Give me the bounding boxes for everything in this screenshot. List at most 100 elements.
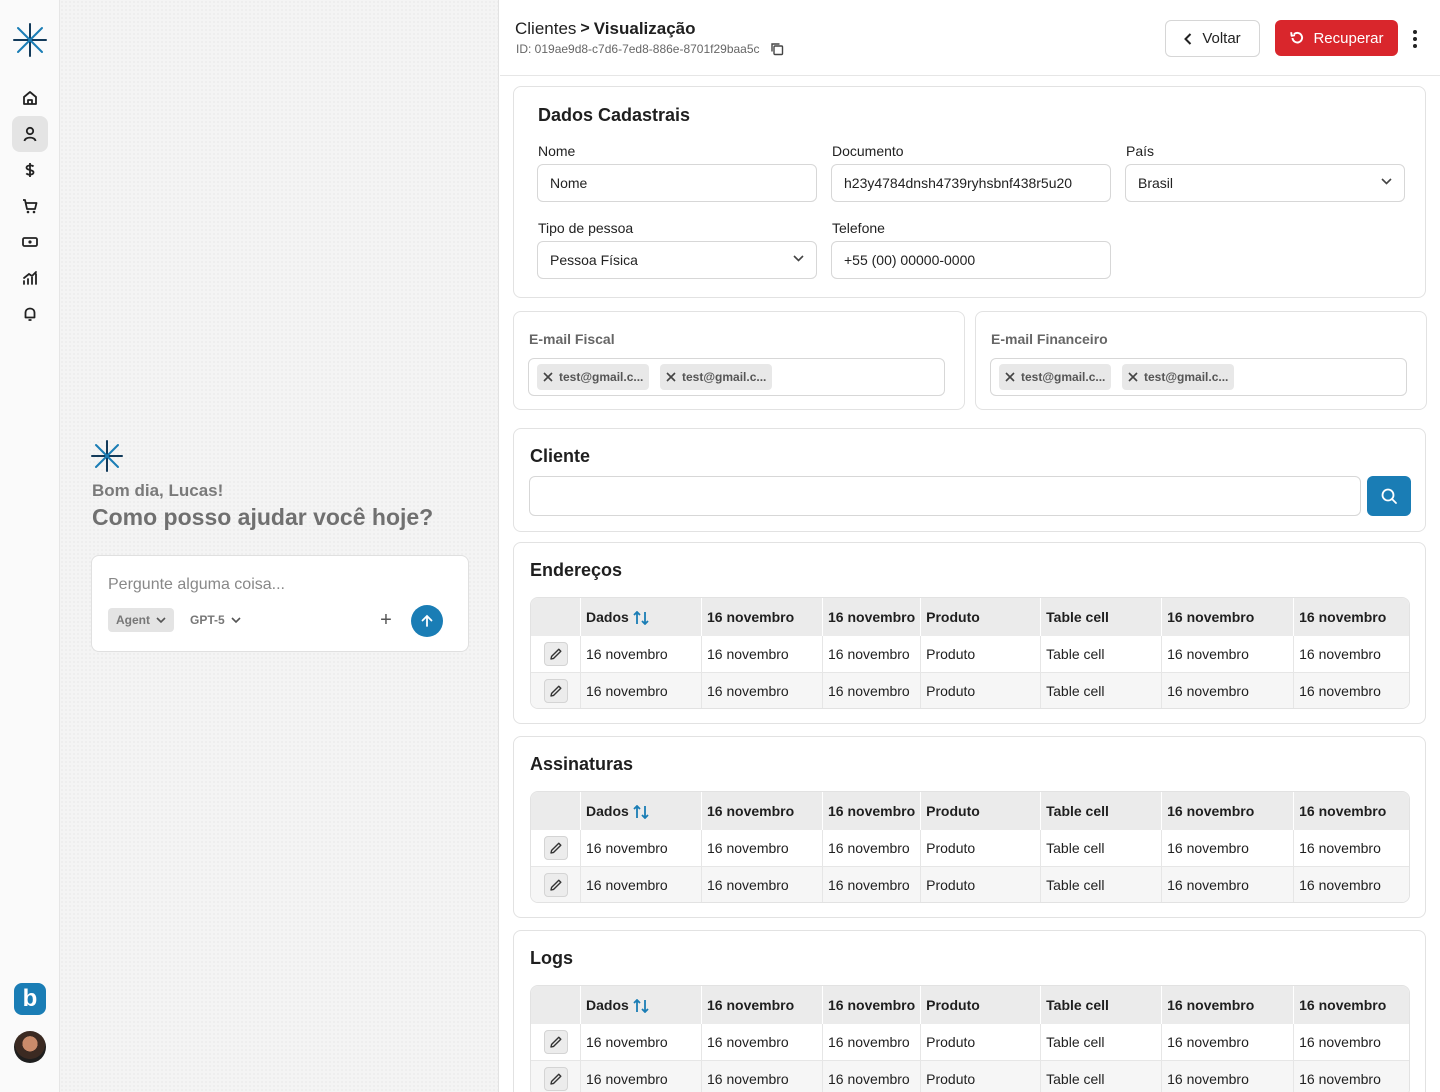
back-button[interactable]: Voltar bbox=[1165, 20, 1260, 57]
table-cell: Table cell bbox=[1041, 636, 1163, 672]
table-cell: 16 novembro bbox=[1294, 672, 1409, 708]
table-header-cell[interactable]: 16 novembro bbox=[1162, 792, 1295, 830]
table-header-cell[interactable]: 16 novembro bbox=[1162, 598, 1295, 636]
sidebar-item-vendas[interactable] bbox=[12, 188, 48, 224]
email-fiscal-input[interactable]: test@gmail.c... test@gmail.c... bbox=[528, 358, 945, 396]
table-header-cell[interactable]: Table cell bbox=[1041, 792, 1163, 830]
user-avatar[interactable] bbox=[14, 1031, 46, 1063]
cliente-search-input[interactable] bbox=[529, 476, 1361, 516]
pais-label: País bbox=[1126, 143, 1155, 159]
chevron-down-icon bbox=[156, 617, 166, 623]
table-header-cell[interactable]: Table cell bbox=[1041, 986, 1163, 1024]
close-icon[interactable] bbox=[666, 372, 676, 382]
sidebar-item-financeiro[interactable] bbox=[12, 152, 48, 188]
edit-button[interactable] bbox=[543, 642, 568, 666]
pencil-icon bbox=[549, 648, 561, 660]
table-cell: 16 novembro bbox=[1162, 672, 1295, 708]
table-header-cell[interactable]: Produto bbox=[921, 986, 1042, 1024]
edit-button[interactable] bbox=[543, 1066, 568, 1091]
email-financeiro-input[interactable]: test@gmail.c... test@gmail.c... bbox=[990, 358, 1407, 396]
edit-button[interactable] bbox=[543, 836, 568, 860]
close-icon[interactable] bbox=[543, 372, 553, 382]
table-header-cell[interactable]: 16 novembro bbox=[702, 598, 823, 636]
table-header-cell[interactable]: 16 novembro bbox=[1294, 986, 1409, 1024]
sort-icon[interactable] bbox=[633, 805, 649, 820]
sort-icon[interactable] bbox=[633, 999, 649, 1014]
copy-icon[interactable] bbox=[770, 42, 784, 56]
sidebar-item-clientes[interactable] bbox=[12, 116, 48, 152]
pencil-icon bbox=[549, 879, 561, 891]
user-icon bbox=[23, 126, 37, 142]
table-header-dados[interactable]: Dados bbox=[581, 792, 702, 830]
app-logo-icon[interactable] bbox=[12, 22, 48, 58]
table-row: 16 novembro 16 novembro 16 novembro Produto… bbox=[531, 1060, 1409, 1092]
assistant-prompt-input[interactable] bbox=[108, 576, 408, 594]
table-header-dados[interactable]: Dados bbox=[581, 986, 702, 1024]
table-cell-edit bbox=[531, 672, 581, 708]
table-header-label: Dados bbox=[586, 608, 629, 625]
table-cell: 16 novembro bbox=[1162, 830, 1295, 866]
table-cell: 16 novembro bbox=[581, 1024, 702, 1060]
close-icon[interactable] bbox=[1005, 372, 1015, 382]
telefone-field[interactable]: +55 (00) 00000-0000 bbox=[831, 241, 1111, 279]
sidebar-item-tickets[interactable] bbox=[12, 224, 48, 260]
nome-field[interactable]: Nome bbox=[537, 164, 817, 202]
table-cell: Produto bbox=[921, 1060, 1042, 1092]
table-header-cell[interactable]: 16 novembro bbox=[1294, 792, 1409, 830]
table-header-cell[interactable]: Produto bbox=[921, 792, 1042, 830]
recover-button[interactable]: Recuperar bbox=[1275, 20, 1398, 56]
table-cell: 16 novembro bbox=[702, 672, 823, 708]
table-header-cell[interactable]: 16 novembro bbox=[823, 598, 922, 636]
table-header-cell[interactable]: 16 novembro bbox=[702, 986, 823, 1024]
sidebar-item-notificacoes[interactable] bbox=[12, 296, 48, 332]
sort-icon[interactable] bbox=[633, 611, 649, 626]
enderecos-table: Dados 16 novembro 16 novembro Produto Table … bbox=[530, 597, 1410, 709]
table-header-dados[interactable]: Dados bbox=[581, 598, 702, 636]
mode-selector[interactable]: Agent bbox=[108, 608, 174, 632]
ticket-icon bbox=[22, 237, 38, 247]
sidebar-item-relatorios[interactable] bbox=[12, 260, 48, 296]
pais-select[interactable]: Brasil bbox=[1125, 164, 1405, 202]
table-header-label: Dados bbox=[586, 996, 629, 1013]
table-header-cell[interactable]: 16 novembro bbox=[702, 792, 823, 830]
sidebar-item-home[interactable] bbox=[12, 80, 48, 116]
assistant-panel: Bom dia, Lucas! Como posso ajudar você h… bbox=[60, 0, 499, 1092]
email-chip: test@gmail.c... bbox=[999, 364, 1112, 390]
edit-button[interactable] bbox=[543, 872, 568, 897]
table-header-cell[interactable]: 16 novembro bbox=[823, 986, 922, 1024]
breadcrumb-separator: > bbox=[580, 20, 590, 37]
chevron-down-icon bbox=[231, 617, 241, 623]
close-icon[interactable] bbox=[1128, 372, 1138, 382]
email-fiscal-card: E-mail Fiscal test@gmail.c... test@gmail… bbox=[513, 311, 965, 410]
table-cell: Produto bbox=[921, 830, 1042, 866]
more-options-icon[interactable] bbox=[1406, 25, 1424, 53]
edit-button[interactable] bbox=[543, 678, 568, 703]
page-title: Visualização bbox=[593, 19, 696, 38]
pencil-icon bbox=[549, 842, 561, 854]
send-button[interactable] bbox=[411, 605, 443, 637]
table-cell: Produto bbox=[921, 1024, 1042, 1060]
table-header-cell[interactable]: Produto bbox=[921, 598, 1042, 636]
add-attachment-button[interactable]: + bbox=[376, 608, 396, 632]
search-button[interactable] bbox=[1367, 476, 1411, 516]
table-header-cell[interactable]: 16 novembro bbox=[1294, 598, 1409, 636]
table-cell: 16 novembro bbox=[1299, 1034, 1381, 1050]
table-cell: Produto bbox=[921, 866, 1042, 902]
bell-icon bbox=[24, 307, 36, 321]
pencil-icon bbox=[549, 1036, 561, 1048]
edit-button[interactable] bbox=[543, 1030, 568, 1054]
table-header-edit bbox=[531, 598, 581, 636]
table-header-cell[interactable]: 16 novembro bbox=[1162, 986, 1295, 1024]
dados-cadastrais-card: Dados Cadastrais Nome Nome Documento h23… bbox=[513, 86, 1426, 298]
table-header-cell[interactable]: Table cell bbox=[1041, 598, 1163, 636]
table-cell: 16 novembro bbox=[702, 866, 823, 902]
pais-value: Brasil bbox=[1138, 175, 1174, 191]
breadcrumb-clientes[interactable]: Clientes bbox=[515, 19, 576, 39]
model-selector[interactable]: GPT-5 bbox=[182, 608, 249, 632]
table-header-cell[interactable]: 16 novembro bbox=[823, 792, 922, 830]
tipo-pessoa-select[interactable]: Pessoa Física bbox=[537, 241, 817, 279]
table-cell-edit bbox=[531, 830, 581, 866]
table-cell-edit bbox=[531, 1024, 581, 1060]
b-app-icon[interactable]: b bbox=[14, 983, 46, 1015]
documento-field[interactable]: h23y4784dnsh4739ryhsbnf438r5u20 bbox=[831, 164, 1111, 202]
